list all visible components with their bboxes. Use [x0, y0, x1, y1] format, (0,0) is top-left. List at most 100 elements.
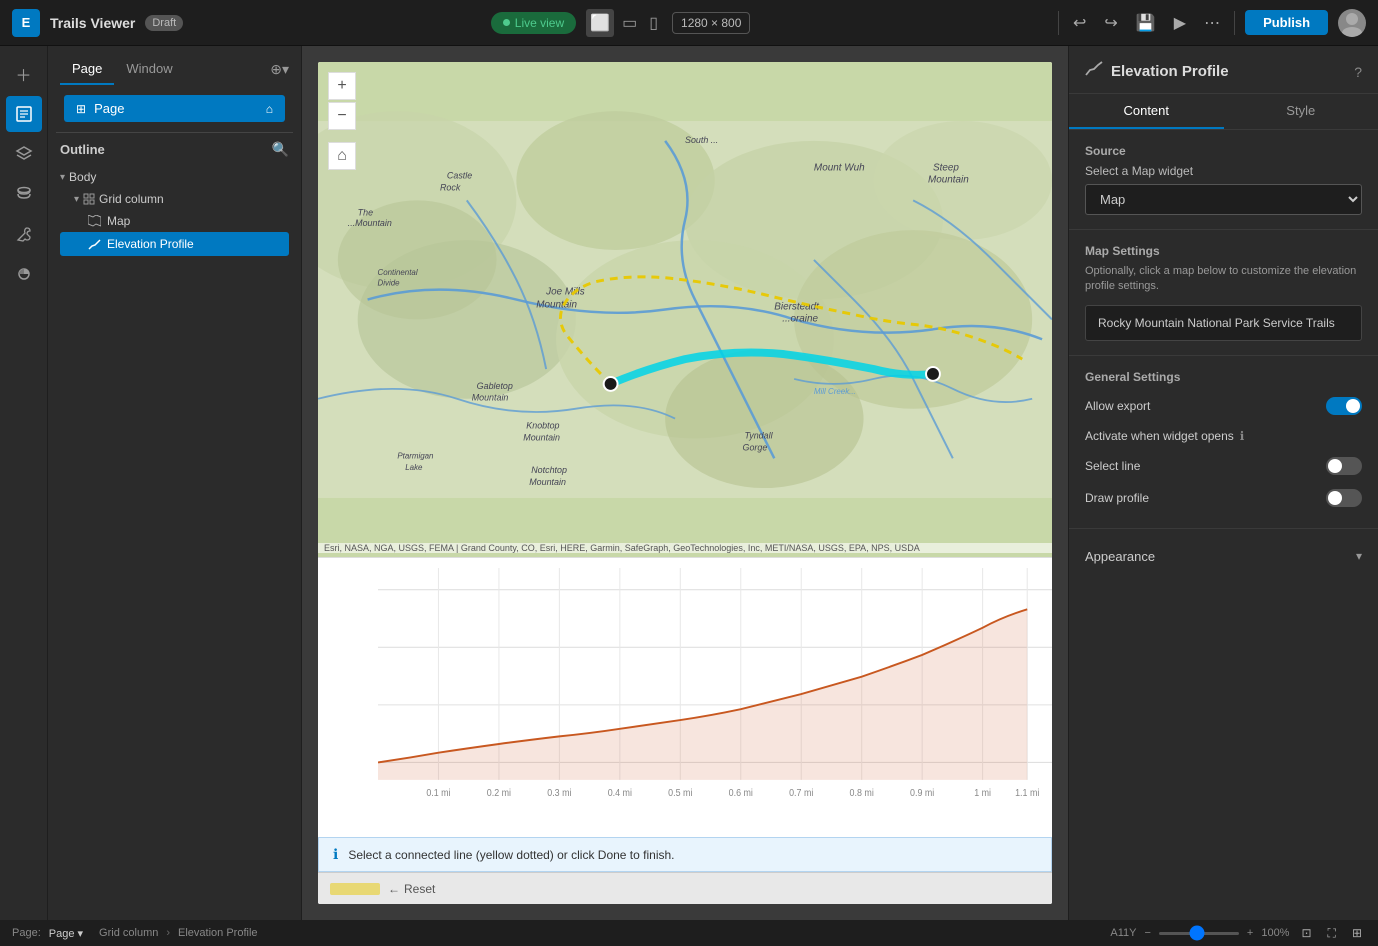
page-label: Page:	[12, 927, 41, 939]
layers-button[interactable]	[6, 136, 42, 172]
svg-text:Divide: Divide	[378, 279, 401, 288]
publish-button[interactable]: Publish	[1245, 10, 1328, 35]
outline-search-button[interactable]: 🔍	[272, 141, 289, 158]
breadcrumb-grid: Grid column	[99, 927, 158, 939]
topbar-divider	[1058, 11, 1059, 35]
svg-text:Rock: Rock	[440, 182, 461, 192]
main-layout: ＋ Page Window ⊕ ▾ ⊞ Page ⌂	[0, 46, 1378, 920]
avatar	[1338, 9, 1366, 37]
svg-text:Mountain: Mountain	[529, 477, 566, 487]
tools-button[interactable]	[6, 216, 42, 252]
activate-info-icon[interactable]: ℹ	[1240, 429, 1245, 443]
svg-text:Mountain: Mountain	[928, 175, 969, 186]
resolution-button[interactable]: 1280 × 800	[672, 12, 750, 34]
svg-text:1.1 mi: 1.1 mi	[1015, 788, 1039, 798]
outline-title: Outline	[60, 142, 105, 157]
group-indicator	[330, 883, 380, 895]
svg-text:...Mountain: ...Mountain	[348, 218, 392, 228]
elevation-profile-icon	[88, 238, 101, 251]
save-button[interactable]: 💾	[1132, 9, 1160, 37]
notification-text: Select a connected line (yellow dotted) …	[348, 848, 674, 862]
appearance-label: Appearance	[1085, 549, 1155, 564]
grid-column-row: ▾ Grid column	[60, 188, 289, 210]
topbar: E Trails Viewer Draft Live view ⬜ ▭ ▯ 12…	[0, 0, 1378, 46]
pages-menu-button[interactable]: ▾	[282, 54, 289, 85]
svg-text:...oraine: ...oraine	[782, 313, 818, 324]
activate-row: Activate when widget opens ℹ	[1085, 422, 1362, 450]
chart-svg: 10,000 ft 10,200 ft 10,400 ft 10,600 ft …	[378, 568, 1052, 807]
fullscreen-button[interactable]: ⛶	[1324, 922, 1340, 945]
redo-button[interactable]: ↪	[1100, 9, 1121, 37]
svg-text:South ...: South ...	[685, 135, 718, 145]
undo-button[interactable]: ↩	[1069, 9, 1090, 37]
grid-column-label: Grid column	[99, 192, 164, 206]
svg-text:Ptarmigan: Ptarmigan	[397, 451, 434, 460]
map-widget-select[interactable]: Map	[1085, 184, 1362, 215]
elevation-profile-item[interactable]: Elevation Profile	[60, 232, 289, 256]
device-icons: ⬜ ▭ ▯	[586, 9, 662, 37]
zoom-slider[interactable]	[1159, 932, 1239, 935]
svg-text:Tyndall: Tyndall	[745, 430, 774, 440]
svg-text:0.4 mi: 0.4 mi	[608, 788, 632, 798]
svg-text:0.8 mi: 0.8 mi	[850, 788, 874, 798]
add-page-button[interactable]: ⊕	[270, 54, 282, 85]
svg-text:0.5 mi: 0.5 mi	[668, 788, 692, 798]
appearance-row[interactable]: Appearance ▾	[1085, 539, 1362, 574]
allow-export-toggle[interactable]	[1326, 397, 1362, 415]
help-button[interactable]: ?	[1354, 64, 1362, 80]
map-card[interactable]: Rocky Mountain National Park Service Tra…	[1085, 305, 1362, 341]
draft-badge: Draft	[145, 15, 183, 31]
select-line-toggle[interactable]	[1326, 457, 1362, 475]
map-area[interactable]: The ...Mountain South ... Steep Mountain…	[318, 62, 1052, 557]
rp-tabs: Content Style	[1069, 94, 1378, 130]
mobile-device-button[interactable]: ▯	[645, 9, 662, 37]
data-button[interactable]	[6, 176, 42, 212]
page-item-container: ⊞ Page ⌂	[48, 85, 301, 132]
outline-section: Outline 🔍 ▾ Body ▾ Grid column Map	[48, 133, 301, 920]
grid-toggle-button[interactable]: ⊞	[1348, 922, 1366, 944]
desktop-device-button[interactable]: ⬜	[586, 9, 614, 37]
svg-text:Mountain: Mountain	[536, 300, 577, 311]
pages-button[interactable]	[6, 96, 42, 132]
page-dropdown[interactable]: Page ▾	[49, 927, 83, 940]
svg-text:Castle: Castle	[447, 171, 472, 181]
body-chevron[interactable]: ▾	[60, 172, 65, 183]
live-dot	[503, 19, 510, 26]
svg-text:Biersteadt: Biersteadt	[774, 302, 820, 313]
grid-column-chevron[interactable]: ▾	[74, 194, 79, 205]
add-button[interactable]: ＋	[6, 56, 42, 92]
play-button[interactable]: ▶	[1170, 9, 1190, 37]
plus-icon: +	[1247, 927, 1253, 939]
draw-profile-row: Draw profile	[1085, 482, 1362, 514]
svg-text:Joe Mills: Joe Mills	[545, 287, 585, 298]
map-item[interactable]: Map	[60, 210, 289, 232]
reset-button[interactable]: ← Reset	[388, 882, 435, 896]
draw-profile-toggle[interactable]	[1326, 489, 1362, 507]
tab-window[interactable]: Window	[114, 54, 184, 85]
source-select-label: Select a Map widget	[1085, 164, 1362, 178]
map-item-label: Map	[107, 214, 130, 228]
live-view-button[interactable]: Live view	[491, 12, 576, 34]
elevation-profile-label: Elevation Profile	[107, 237, 194, 251]
elevation-profile-header-icon	[1085, 60, 1103, 83]
body-row: ▾ Body	[60, 166, 289, 188]
home-button[interactable]: ⌂	[328, 142, 356, 170]
tab-content[interactable]: Content	[1069, 94, 1224, 129]
svg-text:0.6 mi: 0.6 mi	[729, 788, 753, 798]
fit-view-button[interactable]: ⊡	[1297, 922, 1315, 944]
allow-export-label: Allow export	[1085, 399, 1150, 413]
general-settings-section: General Settings Allow export Activate w…	[1069, 356, 1378, 529]
theme-button[interactable]	[6, 256, 42, 292]
tab-page[interactable]: Page	[60, 54, 114, 85]
zoom-in-button[interactable]: +	[328, 72, 356, 100]
tab-style[interactable]: Style	[1224, 94, 1378, 129]
svg-text:Mountain: Mountain	[523, 432, 560, 442]
svg-text:Lake: Lake	[405, 463, 423, 472]
page-item[interactable]: ⊞ Page ⌂	[64, 95, 285, 122]
minus-icon: −	[1144, 927, 1150, 939]
canvas-content: The ...Mountain South ... Steep Mountain…	[318, 62, 1052, 904]
zoom-out-button[interactable]: −	[328, 102, 356, 130]
more-button[interactable]: ⋯	[1200, 9, 1224, 37]
svg-text:Gabletop: Gabletop	[477, 381, 513, 391]
tablet-device-button[interactable]: ▭	[618, 9, 641, 37]
